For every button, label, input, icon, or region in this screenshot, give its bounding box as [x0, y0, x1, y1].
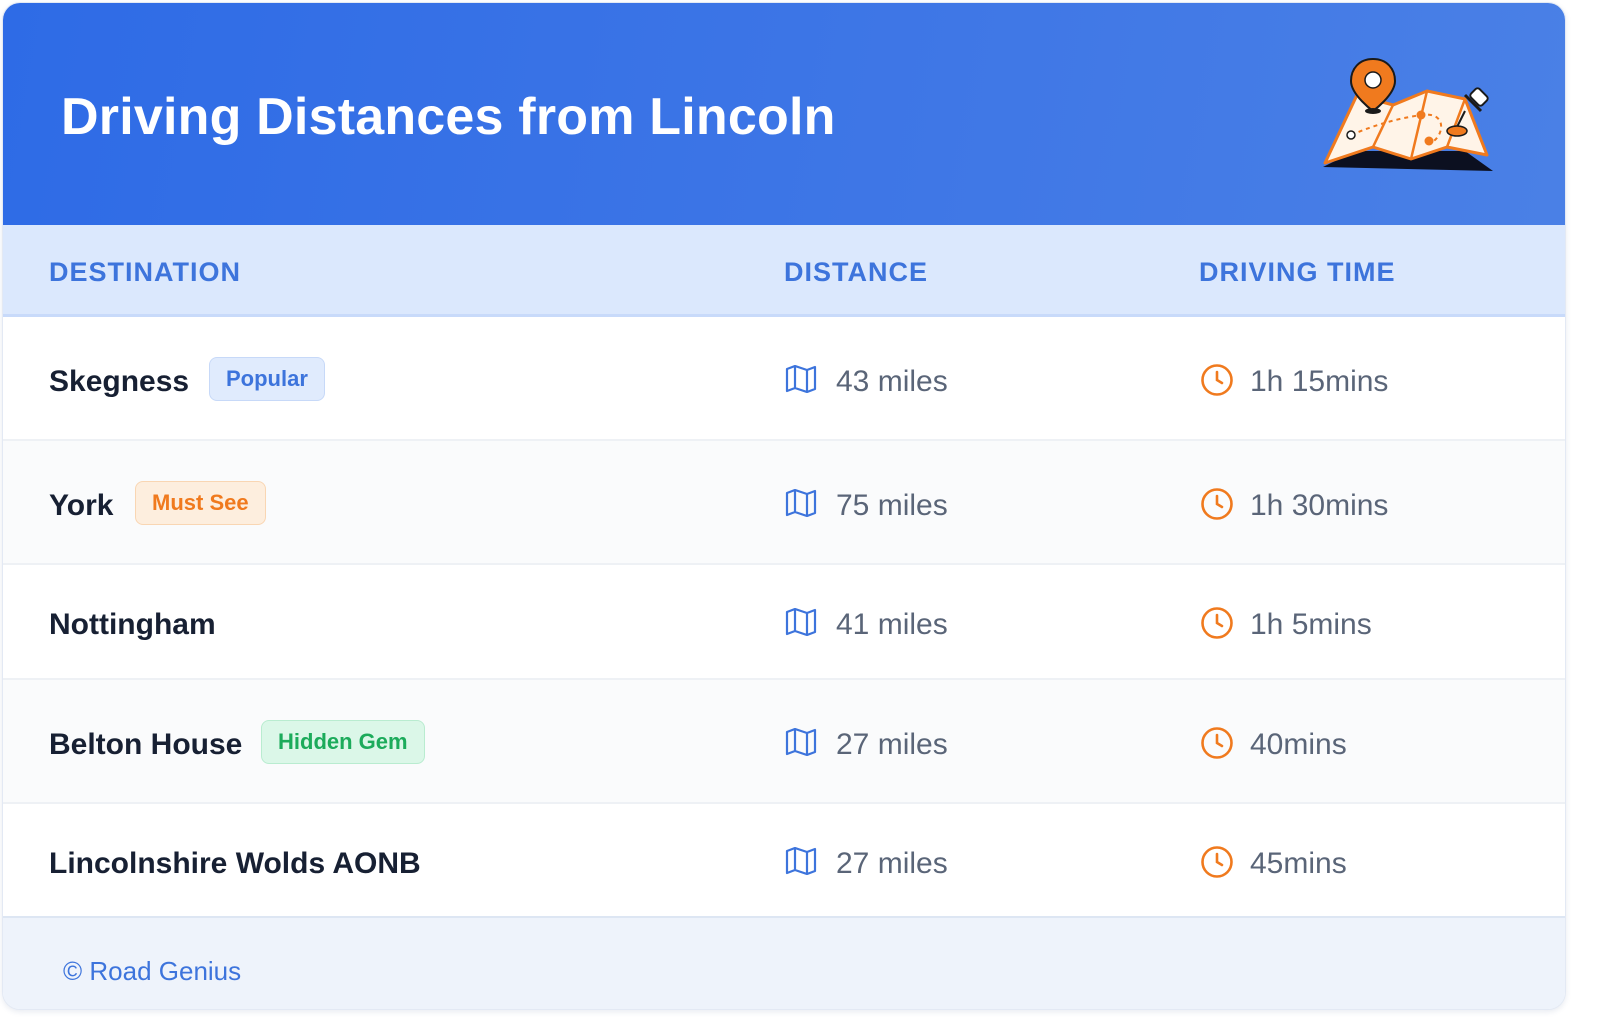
clock-icon	[1201, 364, 1233, 396]
clock-icon	[1201, 488, 1233, 520]
header-banner: Driving Distances from Lincoln	[3, 3, 1565, 225]
map-icon	[785, 489, 817, 517]
distance-value: 27 miles	[836, 847, 948, 880]
column-header-distance: DISTANCE	[784, 257, 929, 287]
map-icon	[785, 608, 817, 636]
destination-name: York	[49, 489, 114, 522]
table-row: Nottingham 41 miles 1h 5mins	[3, 565, 1565, 680]
copyright-link[interactable]: © Road Genius	[63, 956, 241, 987]
driving-time-value: 40mins	[1250, 728, 1347, 761]
table-row: Belton House Hidden Gem 27 miles 40mins	[3, 680, 1565, 804]
status-badge: Popular	[209, 357, 325, 401]
map-pin-illustration-icon	[1323, 57, 1493, 171]
map-icon	[785, 365, 817, 393]
driving-time-value: 1h 5mins	[1250, 608, 1372, 641]
distances-card: Driving Distances from Lincoln DESTINATI…	[2, 2, 1566, 1010]
column-header-driving-time: DRIVING TIME	[1199, 257, 1396, 287]
clock-icon	[1201, 846, 1233, 878]
destination-name: Lincolnshire Wolds AONB	[49, 847, 421, 880]
map-icon	[785, 728, 817, 756]
distance-value: 27 miles	[836, 728, 948, 761]
distance-value: 75 miles	[836, 489, 948, 522]
driving-time-value: 1h 15mins	[1250, 365, 1389, 398]
status-badge: Must See	[135, 481, 266, 525]
destination-name: Belton House	[49, 728, 243, 761]
footer: © Road Genius	[3, 916, 1565, 1009]
table-row: Skegness Popular 43 miles 1h 15mins	[3, 317, 1565, 441]
clock-icon	[1201, 727, 1233, 759]
driving-time-value: 45mins	[1250, 847, 1347, 880]
distance-value: 41 miles	[836, 608, 948, 641]
page-title: Driving Distances from Lincoln	[61, 88, 836, 146]
distance-value: 43 miles	[836, 365, 948, 398]
status-badge: Hidden Gem	[261, 720, 425, 764]
table-row: York Must See 75 miles 1h 30mins	[3, 441, 1565, 565]
column-header-destination: DESTINATION	[49, 257, 241, 287]
destination-name: Skegness	[49, 365, 190, 398]
map-icon	[785, 847, 817, 875]
driving-time-value: 1h 30mins	[1250, 489, 1389, 522]
table-header: DESTINATION DISTANCE DRIVING TIME	[3, 225, 1565, 317]
destination-name: Nottingham	[49, 608, 216, 641]
table-row: Lincolnshire Wolds AONB 27 miles 45mins	[3, 804, 1565, 916]
clock-icon	[1201, 607, 1233, 639]
